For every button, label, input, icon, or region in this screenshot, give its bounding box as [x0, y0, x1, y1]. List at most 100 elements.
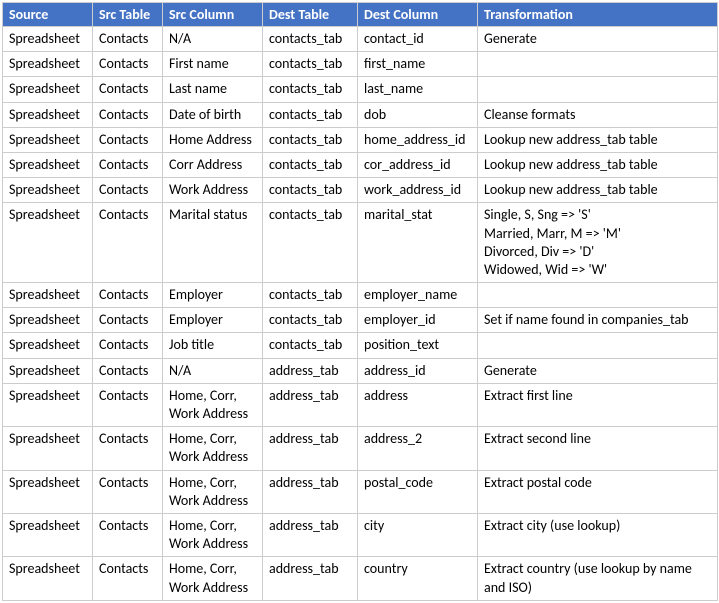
cell-dest-table: contacts_tab [263, 127, 358, 152]
cell-dest-table: contacts_tab [263, 203, 358, 283]
cell-src-column: Home, Corr, Work Address [163, 427, 263, 470]
cell-dest-column: postal_code [358, 470, 478, 513]
cell-dest-column: address_id [358, 358, 478, 383]
table-row: SpreadsheetContactsEmployercontacts_tabe… [3, 283, 718, 308]
cell-dest-table: contacts_tab [263, 52, 358, 77]
mapping-table: Source Src Table Src Column Dest Table D… [2, 2, 718, 601]
cell-source: Spreadsheet [3, 27, 93, 52]
cell-src-column: Home, Corr, Work Address [163, 513, 263, 556]
cell-transformation: Generate [478, 27, 718, 52]
table-row: SpreadsheetContactsDate of birthcontacts… [3, 102, 718, 127]
cell-dest-table: contacts_tab [263, 102, 358, 127]
cell-source: Spreadsheet [3, 333, 93, 358]
cell-transformation: Lookup new address_tab table [478, 152, 718, 177]
table-row: SpreadsheetContactsHome, Corr, Work Addr… [3, 383, 718, 426]
cell-src-column: Marital status [163, 203, 263, 283]
cell-dest-table: address_tab [263, 470, 358, 513]
cell-dest-column: city [358, 513, 478, 556]
cell-src-column: Date of birth [163, 102, 263, 127]
cell-src-column: Work Address [163, 178, 263, 203]
cell-src-table: Contacts [93, 470, 163, 513]
cell-dest-column: position_text [358, 333, 478, 358]
cell-src-table: Contacts [93, 427, 163, 470]
cell-src-table: Contacts [93, 152, 163, 177]
cell-dest-table: contacts_tab [263, 152, 358, 177]
cell-transformation: Extract postal code [478, 470, 718, 513]
cell-source: Spreadsheet [3, 178, 93, 203]
table-row: SpreadsheetContactsLast namecontacts_tab… [3, 77, 718, 102]
table-row: SpreadsheetContactsFirst namecontacts_ta… [3, 52, 718, 77]
header-row: Source Src Table Src Column Dest Table D… [3, 3, 718, 27]
header-dest-column: Dest Column [358, 3, 478, 27]
cell-src-column: N/A [163, 358, 263, 383]
header-src-column: Src Column [163, 3, 263, 27]
table-row: SpreadsheetContactsN/Acontacts_tabcontac… [3, 27, 718, 52]
cell-src-table: Contacts [93, 52, 163, 77]
cell-src-table: Contacts [93, 127, 163, 152]
table-row: SpreadsheetContactsHome, Corr, Work Addr… [3, 470, 718, 513]
cell-transformation: Extract city (use lookup) [478, 513, 718, 556]
cell-source: Spreadsheet [3, 77, 93, 102]
cell-source: Spreadsheet [3, 102, 93, 127]
cell-src-column: First name [163, 52, 263, 77]
cell-source: Spreadsheet [3, 513, 93, 556]
header-transformation: Transformation [478, 3, 718, 27]
header-source: Source [3, 3, 93, 27]
cell-src-table: Contacts [93, 77, 163, 102]
cell-dest-table: address_tab [263, 557, 358, 600]
cell-src-table: Contacts [93, 283, 163, 308]
cell-transformation: Extract first line [478, 383, 718, 426]
cell-transformation: Extract country (use lookup by name and … [478, 557, 718, 600]
cell-src-table: Contacts [93, 383, 163, 426]
cell-src-column: Job title [163, 333, 263, 358]
cell-src-column: Employer [163, 283, 263, 308]
cell-dest-table: address_tab [263, 513, 358, 556]
cell-dest-column: work_address_id [358, 178, 478, 203]
table-row: SpreadsheetContactsEmployercontacts_tabe… [3, 308, 718, 333]
cell-dest-column: marital_stat [358, 203, 478, 283]
cell-src-table: Contacts [93, 358, 163, 383]
cell-dest-column: address [358, 383, 478, 426]
cell-dest-column: home_address_id [358, 127, 478, 152]
cell-transformation [478, 52, 718, 77]
cell-source: Spreadsheet [3, 383, 93, 426]
cell-dest-column: address_2 [358, 427, 478, 470]
cell-src-table: Contacts [93, 513, 163, 556]
cell-source: Spreadsheet [3, 52, 93, 77]
cell-source: Spreadsheet [3, 283, 93, 308]
cell-dest-table: address_tab [263, 383, 358, 426]
cell-source: Spreadsheet [3, 203, 93, 283]
cell-transformation: Cleanse formats [478, 102, 718, 127]
table-row: SpreadsheetContactsHome, Corr, Work Addr… [3, 513, 718, 556]
cell-src-column: Home, Corr, Work Address [163, 557, 263, 600]
header-src-table: Src Table [93, 3, 163, 27]
cell-src-table: Contacts [93, 557, 163, 600]
cell-src-table: Contacts [93, 333, 163, 358]
cell-source: Spreadsheet [3, 427, 93, 470]
cell-transformation: Generate [478, 358, 718, 383]
cell-dest-column: country [358, 557, 478, 600]
header-dest-table: Dest Table [263, 3, 358, 27]
cell-src-column: Employer [163, 308, 263, 333]
cell-dest-table: contacts_tab [263, 27, 358, 52]
cell-dest-column: employer_id [358, 308, 478, 333]
cell-dest-table: contacts_tab [263, 333, 358, 358]
cell-source: Spreadsheet [3, 127, 93, 152]
cell-dest-table: contacts_tab [263, 308, 358, 333]
cell-source: Spreadsheet [3, 358, 93, 383]
cell-src-table: Contacts [93, 308, 163, 333]
cell-dest-column: cor_address_id [358, 152, 478, 177]
table-row: SpreadsheetContactsWork Addresscontacts_… [3, 178, 718, 203]
cell-transformation [478, 77, 718, 102]
cell-dest-column: dob [358, 102, 478, 127]
cell-source: Spreadsheet [3, 152, 93, 177]
cell-source: Spreadsheet [3, 470, 93, 513]
cell-dest-column: last_name [358, 77, 478, 102]
table-row: SpreadsheetContactsN/Aaddress_tabaddress… [3, 358, 718, 383]
cell-src-column: Home, Corr, Work Address [163, 383, 263, 426]
cell-transformation: Single, S, Sng => 'S' Married, Marr, M =… [478, 203, 718, 283]
table-row: SpreadsheetContactsJob titlecontacts_tab… [3, 333, 718, 358]
cell-dest-table: address_tab [263, 358, 358, 383]
cell-source: Spreadsheet [3, 557, 93, 600]
cell-dest-table: address_tab [263, 427, 358, 470]
